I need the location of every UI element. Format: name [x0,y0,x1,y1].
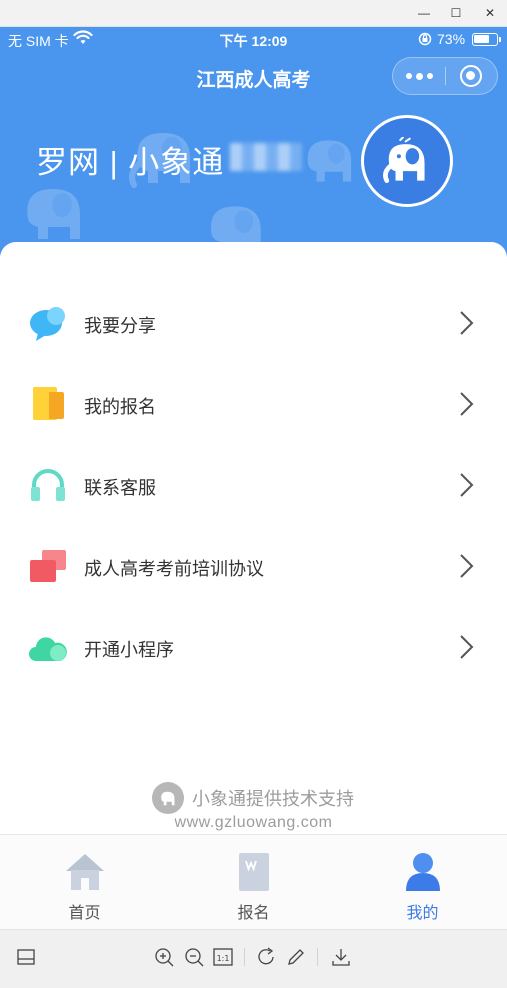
elephant-decoration-icon [27,189,80,239]
cloud-icon [29,637,67,661]
menu-item-training-agreement[interactable]: 成人高考考前培训协议 [0,536,507,596]
window-titlebar: — ☐ ✕ [0,0,507,27]
home-icon [66,854,104,890]
chevron-right-icon [460,554,474,578]
chevron-right-icon [460,635,474,659]
menu-item-label: 我的报名 [84,397,156,417]
tab-label: 报名 [237,905,270,922]
headset-icon [31,469,65,501]
chat-bubble-icon [30,307,65,341]
download-icon[interactable] [330,946,352,968]
menu-item-label: 成人高考考前培训协议 [84,559,264,579]
capsule-divider [445,67,446,85]
rotate-icon[interactable] [256,946,278,968]
minimize-button[interactable]: — [414,4,434,22]
actual-size-icon[interactable]: 1:1 [212,946,234,968]
actual-size-label: 1:1 [217,954,230,963]
avatar[interactable] [361,115,453,207]
toolbar-separator [317,948,318,966]
battery-tip [499,37,501,42]
miniprogram-capsule [392,57,498,95]
thumbnail-panel-icon[interactable] [15,946,37,968]
battery-icon [472,33,498,46]
chevron-right-icon [460,392,474,416]
menu-item-my-registration[interactable]: 我的报名 [0,374,507,434]
close-window-button[interactable]: ✕ [480,4,500,22]
menu-item-customer-service[interactable]: 联系客服 [0,455,507,515]
zoom-in-icon[interactable] [153,946,175,968]
maximize-button[interactable]: ☐ [446,4,466,22]
tab-registration[interactable]: 报名 [169,835,338,930]
toolbar-separator [244,948,245,966]
tab-label: 首页 [68,905,101,922]
battery-percent: 73% [437,31,466,47]
blurred-username [230,143,302,171]
tech-support-text: 小象通提供技术支持 [192,789,354,809]
zoom-out-icon[interactable] [183,946,205,968]
tab-label: 我的 [406,905,439,922]
profile-header: 无 SIM 卡 下午 12:09 73% 江西成人高考 罗网 | 小象通 [0,27,507,257]
tab-home[interactable]: 首页 [0,835,169,930]
battery-level [474,35,489,43]
tab-mine[interactable]: 我的 [338,835,507,930]
menu-item-label: 开通小程序 [84,640,174,660]
website-url: www.gzluowang.com [174,814,333,831]
document-icon [33,387,64,420]
exit-miniprogram-button[interactable] [460,65,482,87]
menu-item-label: 联系客服 [84,478,156,498]
bottom-tab-bar: 首页 报名 我的 [0,834,507,929]
menu-item-open-miniprogram[interactable]: 开通小程序 [0,617,507,677]
menu-item-label: 我要分享 [84,316,156,336]
form-icon [239,853,269,891]
tech-support-credit: 小象通提供技术支持 [152,782,354,814]
elephant-logo-icon [152,782,184,814]
edit-pencil-icon[interactable] [285,946,307,968]
menu-card: 我要分享 我的报名 联系客服 成人高考考前培训协议 开通小程序 小象通提供技术支… [0,242,507,834]
user-icon [406,853,440,891]
elephant-decoration-icon [307,140,352,182]
more-options-button[interactable] [393,58,445,94]
menu-item-share[interactable]: 我要分享 [0,293,507,353]
chevron-right-icon [460,473,474,497]
cards-icon [30,550,66,582]
status-bar: 无 SIM 卡 下午 12:09 73% [0,27,507,53]
image-viewer-toolbar: 1:1 [0,929,507,988]
rotation-lock-icon [418,31,432,50]
elephant-logo-icon [383,137,425,183]
chevron-right-icon [460,311,474,335]
banner-title: 罗网 | 小象通 [36,145,225,180]
